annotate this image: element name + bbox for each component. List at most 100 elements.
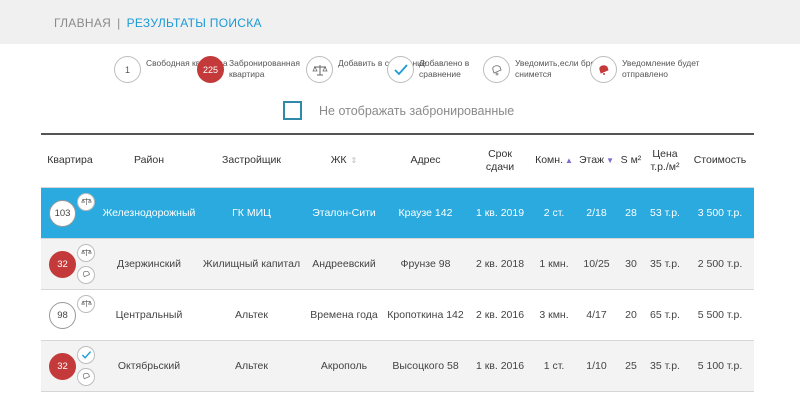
col-header-cost[interactable]: Стоимость	[686, 135, 754, 187]
district-cell: Октябрьский	[99, 340, 199, 391]
breadcrumb: ГЛАВНАЯ | РЕЗУЛЬТАТЫ ПОИСКА	[54, 16, 262, 30]
complex-cell: Времена года	[310, 308, 378, 321]
free-apartment-icon: 1	[114, 56, 141, 83]
address-cell: Фрунзе 98	[384, 238, 467, 289]
breadcrumb-separator: |	[117, 16, 121, 30]
address-cell: Кропоткина 142	[387, 308, 464, 321]
apartment-cell: 98	[41, 289, 99, 340]
rooms-cell: 1 кмн.	[533, 238, 575, 289]
col-header-district[interactable]: Район	[99, 135, 199, 187]
address-cell: Краузе 142	[384, 187, 467, 238]
breadcrumb-current: РЕЗУЛЬТАТЫ ПОИСКА	[126, 16, 262, 30]
col-district-label: Район	[134, 154, 164, 167]
price-cell: 35 т.р.	[644, 238, 686, 289]
scales-icon[interactable]	[77, 294, 95, 313]
col-header-complex[interactable]: ЖК ⇕	[304, 135, 384, 187]
col-header-deadline[interactable]: Срок сдачи	[467, 135, 533, 187]
table-row[interactable]: 103 Железнодорожный ГК МИЦ Эталон-Сити К…	[41, 187, 754, 238]
developer-cell: Альтек	[199, 340, 304, 391]
complex-cell: Андреевский	[304, 238, 384, 289]
apartment-cell: 32	[41, 340, 99, 391]
table-row[interactable]: 32 Дзержинский Жилищный капитал Андреевс…	[41, 238, 754, 289]
area-cell: 20	[625, 308, 637, 321]
complex-cell: Эталон-Сити	[304, 187, 384, 238]
cost-cell: 2 500 т.р.	[686, 238, 754, 289]
district-cell: Железнодорожный	[99, 187, 199, 238]
col-address-label: Адрес	[410, 154, 441, 167]
checkmark-icon	[387, 56, 414, 83]
col-header-rooms[interactable]: Комн. ▲	[533, 135, 575, 187]
legend: 1 Свободная квартира 225 Забронированная…	[0, 54, 800, 86]
developer-cell: Жилищный капитал	[199, 238, 304, 289]
col-rooms-label: Комн.	[535, 154, 563, 167]
col-cost-label: Стоимость	[693, 154, 747, 167]
scales-icon	[306, 56, 333, 83]
col-header-address[interactable]: Адрес	[384, 135, 467, 187]
bell-filled-icon	[590, 56, 617, 83]
apartment-number-badge[interactable]: 103	[49, 199, 76, 227]
col-price-label-2: т.р./м²	[650, 160, 680, 173]
scales-icon[interactable]	[77, 243, 95, 262]
hide-booked-label[interactable]: Не отображать забронированные	[319, 104, 514, 118]
area-cell: 30	[618, 238, 644, 289]
sort-both-icon[interactable]: ⇕	[351, 156, 358, 165]
cost-cell: 3 500 т.р.	[686, 187, 754, 238]
col-header-apartment[interactable]: Квартира	[41, 135, 99, 187]
address-cell: Высоцкого 58	[384, 340, 467, 391]
deadline-cell: 1 кв. 2019	[467, 187, 533, 238]
apartment-cell: 32	[41, 238, 99, 289]
bell-outline-icon[interactable]	[77, 367, 95, 386]
rooms-cell: 3 кмн.	[539, 308, 569, 321]
table-header-row: Квартира Район Застройщик ЖК ⇕ Адрес Срок…	[41, 135, 754, 187]
deadline-cell: 2 кв. 2018	[467, 238, 533, 289]
price-cell: 35 т.р.	[644, 340, 686, 391]
breadcrumb-home-link[interactable]: ГЛАВНАЯ	[54, 16, 111, 30]
results-table: Квартира Район Застройщик ЖК ⇕ Адрес Срок…	[41, 133, 754, 392]
col-header-price[interactable]: Цена т.р./м²	[644, 135, 686, 187]
bell-outline-icon[interactable]	[77, 265, 95, 284]
apartment-number-badge[interactable]: 98	[49, 301, 76, 329]
legend-add-compare-label: Добавить в сравнение	[338, 58, 427, 68]
developer-cell: Альтек	[235, 308, 268, 321]
booked-apartment-icon: 225	[197, 56, 224, 83]
col-floor-label: Этаж	[578, 154, 605, 167]
col-complex-label: ЖК	[330, 154, 347, 167]
sort-up-icon[interactable]: ▲	[565, 156, 573, 165]
rooms-cell: 2 ст.	[533, 187, 575, 238]
sort-down-icon[interactable]: ▼	[606, 156, 614, 165]
price-cell: 65 т.р.	[650, 308, 680, 321]
checkmark-icon[interactable]	[77, 345, 95, 364]
scales-icon[interactable]	[77, 192, 95, 211]
apartment-number-badge[interactable]: 32	[49, 250, 76, 278]
hide-booked-checkbox[interactable]	[283, 101, 302, 120]
deadline-cell: 1 кв. 2016	[467, 340, 533, 391]
col-header-floor[interactable]: Этаж ▼	[575, 135, 618, 187]
floor-cell: 10/25	[575, 238, 618, 289]
bell-outline-icon	[483, 56, 510, 83]
col-price-label-1: Цена	[652, 147, 678, 160]
col-area-label: S м²	[620, 154, 642, 167]
price-cell: 53 т.р.	[644, 187, 686, 238]
apartment-cell: 103	[41, 187, 99, 238]
complex-cell: Акрополь	[304, 340, 384, 391]
deadline-cell: 2 кв. 2016	[475, 308, 525, 321]
col-deadline-label-2: сдачи	[485, 160, 515, 173]
col-deadline-label-1: Срок	[488, 147, 512, 160]
table-row[interactable]: 98 Центральный Альтек Времена года Кропо…	[41, 289, 754, 340]
col-header-developer[interactable]: Застройщик	[199, 135, 304, 187]
col-developer-label: Застройщик	[222, 154, 281, 167]
cost-cell: 5 500 т.р.	[697, 308, 743, 321]
table-row[interactable]: 32 Октябрьский Альтек Акрополь Высоцкого…	[41, 340, 754, 391]
floor-cell: 1/10	[575, 340, 618, 391]
district-cell: Центральный	[115, 308, 183, 321]
area-cell: 28	[618, 187, 644, 238]
apartment-number-badge[interactable]: 32	[49, 352, 76, 380]
top-bar: ГЛАВНАЯ | РЕЗУЛЬТАТЫ ПОИСКА	[0, 0, 800, 44]
col-header-area[interactable]: S м²	[618, 135, 644, 187]
area-cell: 25	[618, 340, 644, 391]
district-cell: Дзержинский	[99, 238, 199, 289]
rooms-cell: 1 ст.	[533, 340, 575, 391]
col-apartment-label: Квартира	[47, 154, 93, 167]
floor-cell: 4/17	[586, 308, 607, 321]
cost-cell: 5 100 т.р.	[686, 340, 754, 391]
